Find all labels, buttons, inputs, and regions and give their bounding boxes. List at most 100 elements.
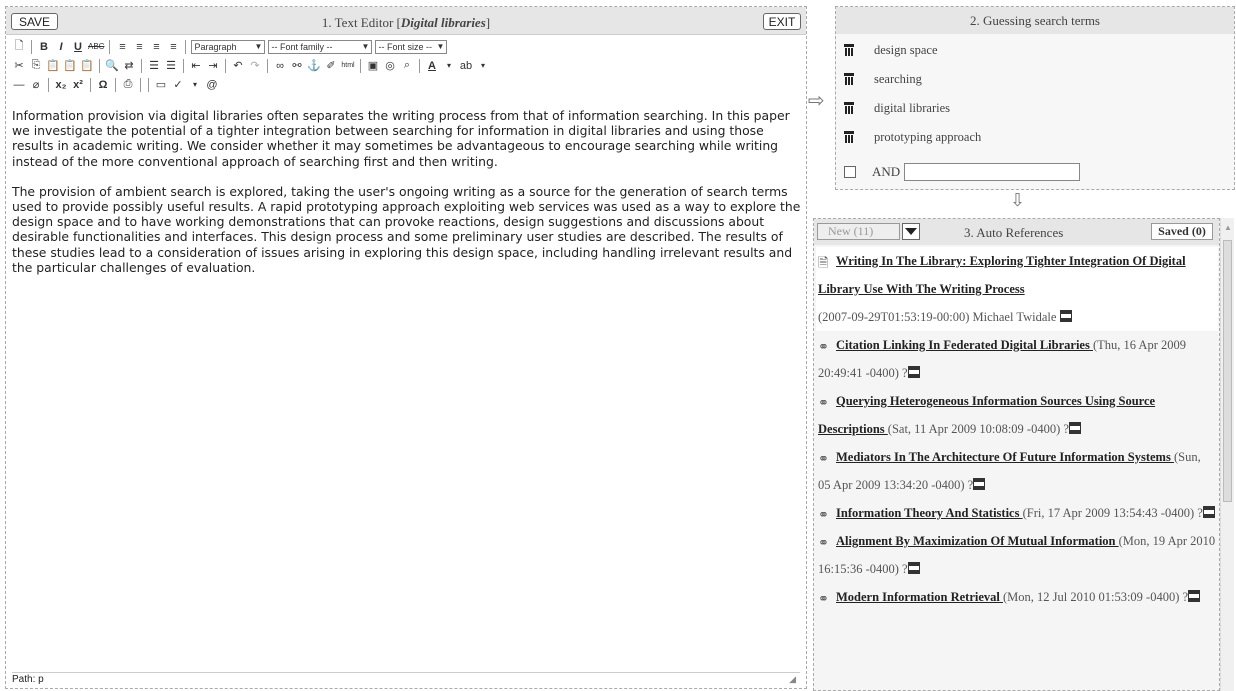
special-char-icon[interactable]: Ω bbox=[96, 77, 110, 93]
auto-references-panel: New (11) 3. Auto References Saved (0) 🗎 W… bbox=[813, 218, 1220, 691]
trash-icon[interactable] bbox=[844, 102, 854, 114]
link-icon[interactable]: ∞ bbox=[273, 58, 287, 74]
chevron-down-icon[interactable]: ▾ bbox=[188, 77, 202, 93]
undo-icon[interactable]: ↶ bbox=[231, 58, 245, 74]
reference-title-link[interactable]: Modern Information Retrieval bbox=[836, 590, 1003, 604]
bold-icon[interactable]: B bbox=[37, 39, 51, 55]
divider bbox=[419, 58, 420, 73]
block-format-value: Paragraph bbox=[194, 41, 237, 52]
trash-icon[interactable] bbox=[844, 131, 854, 143]
numbered-list-icon[interactable]: ☰ bbox=[164, 58, 178, 74]
saved-refs-button[interactable]: Saved (0) bbox=[1151, 223, 1213, 240]
resize-grip-icon[interactable]: ◢ bbox=[789, 672, 796, 686]
reference-title-link[interactable]: Citation Linking In Federated Digital Li… bbox=[836, 338, 1093, 352]
reference-title-link[interactable]: Mediators In The Architecture Of Future … bbox=[836, 450, 1174, 464]
reference-item: ⚭ Alignment By Maximization Of Mutual Inf… bbox=[816, 527, 1218, 583]
save-reference-icon[interactable] bbox=[907, 366, 920, 378]
refs-header: New (11) 3. Auto References Saved (0) bbox=[814, 219, 1219, 245]
scroll-thumb[interactable] bbox=[1223, 240, 1232, 502]
term-label: prototyping approach bbox=[874, 129, 982, 144]
status-path-text: Path: p bbox=[12, 674, 44, 685]
image-icon[interactable]: ▣ bbox=[366, 58, 380, 74]
align-justify-icon[interactable]: ≡ bbox=[166, 39, 180, 55]
text-color-icon[interactable]: A bbox=[425, 58, 439, 74]
and-term-input[interactable] bbox=[904, 163, 1081, 181]
save-reference-icon[interactable] bbox=[973, 478, 986, 490]
visual-aid-icon[interactable]: ◎ bbox=[383, 58, 397, 74]
refs-scrollbar[interactable]: ▲ bbox=[1220, 218, 1234, 691]
html-source-icon[interactable]: html bbox=[341, 58, 355, 74]
align-right-icon[interactable]: ≡ bbox=[149, 39, 163, 55]
anchor-icon[interactable]: ⚓ bbox=[307, 58, 321, 74]
and-checkbox[interactable] bbox=[844, 166, 856, 178]
font-family-select[interactable]: -- Font family -- ▼ bbox=[268, 39, 373, 54]
help-icon[interactable]: @ bbox=[205, 77, 219, 93]
divider bbox=[148, 77, 149, 92]
divider bbox=[185, 39, 187, 54]
paste-text-icon[interactable]: 📋 bbox=[63, 58, 77, 74]
replace-icon[interactable]: ⇄ bbox=[122, 58, 136, 74]
strikethrough-icon[interactable]: ABC bbox=[88, 39, 104, 55]
block-format-select[interactable]: Paragraph ▼ bbox=[191, 39, 266, 54]
underline-icon[interactable]: U bbox=[71, 39, 85, 55]
align-center-icon[interactable]: ≡ bbox=[132, 39, 146, 55]
cleanup-icon[interactable]: ✐ bbox=[324, 58, 338, 74]
bullet-list-icon[interactable]: ☰ bbox=[147, 58, 161, 74]
link-chain-icon: ⚭ bbox=[818, 507, 829, 522]
indent-icon[interactable]: ⇥ bbox=[206, 58, 220, 74]
paste-icon[interactable]: 📋 bbox=[46, 58, 60, 74]
reference-title-link[interactable]: Information Theory And Statistics bbox=[836, 506, 1023, 520]
paste-word-icon[interactable]: 📋 bbox=[80, 58, 94, 74]
redo-icon[interactable]: ↷ bbox=[248, 58, 262, 74]
save-reference-icon[interactable] bbox=[1202, 506, 1215, 518]
editor-content[interactable]: Information provision via digital librar… bbox=[12, 108, 807, 290]
exit-button[interactable]: EXIT bbox=[763, 13, 801, 30]
cut-icon[interactable]: ✂ bbox=[12, 58, 26, 74]
trash-icon[interactable] bbox=[844, 73, 854, 85]
chevron-down-icon[interactable]: ▾ bbox=[442, 58, 456, 74]
scroll-up-icon[interactable]: ▲ bbox=[1224, 223, 1232, 232]
chevron-down-icon[interactable]: ▾ bbox=[476, 58, 490, 74]
copy-icon[interactable]: ⎘ bbox=[29, 58, 43, 74]
print-icon[interactable]: ⎙ bbox=[121, 77, 135, 93]
outdent-icon[interactable]: ⇤ bbox=[189, 58, 203, 74]
superscript-icon[interactable]: x² bbox=[71, 77, 85, 93]
spellcheck-icon[interactable]: ✓ bbox=[171, 77, 185, 93]
save-reference-icon[interactable] bbox=[1059, 310, 1072, 322]
remove-format-icon[interactable]: ⌀ bbox=[29, 77, 43, 93]
highlight-color-icon[interactable]: ab bbox=[459, 58, 473, 74]
search-terms-title: 2. Guessing search terms bbox=[836, 7, 1234, 34]
preview-icon[interactable]: ⌕ bbox=[400, 58, 414, 74]
save-reference-icon[interactable] bbox=[1188, 590, 1201, 602]
reference-title-link[interactable]: Writing In The Library: Exploring Tighte… bbox=[818, 254, 1186, 296]
find-icon[interactable]: 🔍 bbox=[105, 58, 119, 74]
link-chain-icon: ⚭ bbox=[818, 395, 829, 410]
font-size-select[interactable]: -- Font size -- ▼ bbox=[375, 39, 448, 54]
save-reference-icon[interactable] bbox=[907, 562, 920, 574]
reference-meta: (Mon, 12 Jul 2010 01:53:09 -0400) ? bbox=[1002, 590, 1189, 604]
status-path: Path: p ◢ bbox=[12, 672, 800, 688]
reference-title-link[interactable]: Alignment By Maximization Of Mutual Info… bbox=[836, 534, 1119, 548]
save-reference-icon[interactable] bbox=[1068, 422, 1081, 434]
reference-item: ⚭ Citation Linking In Federated Digital L… bbox=[816, 331, 1218, 387]
new-refs-button[interactable]: New (11) bbox=[817, 223, 900, 240]
divider bbox=[141, 58, 142, 73]
subscript-icon[interactable]: x₂ bbox=[54, 77, 68, 93]
refs-dropdown-button[interactable] bbox=[902, 223, 920, 240]
chevron-down-icon: ▼ bbox=[436, 42, 445, 51]
unlink-icon[interactable]: ⚯ bbox=[290, 58, 304, 74]
arrow-right-icon: ⇨ bbox=[808, 88, 825, 112]
editor-title-suffix: ] bbox=[485, 15, 491, 30]
font-size-value: -- Font size -- bbox=[378, 41, 432, 52]
and-row: AND bbox=[844, 163, 1081, 181]
trash-icon[interactable] bbox=[844, 44, 854, 56]
fullscreen-icon[interactable]: ▭ bbox=[154, 77, 168, 93]
divider bbox=[48, 77, 49, 92]
new-document-icon[interactable]: 🗋 bbox=[12, 39, 26, 55]
text-editor-panel: SAVE 1. Text Editor [Digital libraries] … bbox=[5, 6, 807, 689]
italic-icon[interactable]: I bbox=[54, 39, 68, 55]
horizontal-rule-icon[interactable]: — bbox=[12, 77, 26, 93]
align-left-icon[interactable]: ≡ bbox=[115, 39, 129, 55]
reference-item: ⚭ Querying Heterogeneous Information Sour… bbox=[816, 387, 1218, 443]
font-family-value: -- Font family -- bbox=[271, 41, 333, 52]
